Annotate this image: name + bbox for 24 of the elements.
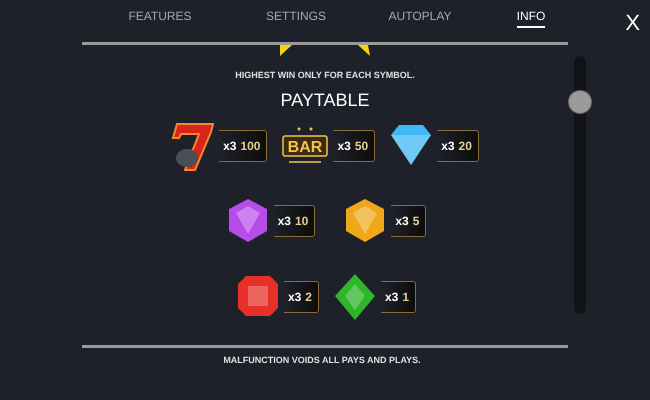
multiplier-text: x3 [223,138,236,154]
payout-value: 10 [294,212,308,230]
close-button[interactable]: X [623,6,642,39]
paytable-note: HIGHEST WIN ONLY FOR EACH SYMBOL. [235,69,415,82]
multiplier-text: x3 [395,212,409,230]
bar-label: BAR [288,138,323,156]
tab[interactable]: INFO [516,7,546,28]
tab[interactable]: FEATURES [128,7,192,28]
tab[interactable]: AUTOPLAY [388,7,452,28]
multiplier-text: x3 [441,138,455,154]
paytable-heading: PAYTABLE [280,88,370,112]
multiplier-text: x3 [384,288,398,306]
payout-value: 5 [412,212,420,230]
scrollbar-thumb[interactable] [568,90,592,114]
disclaimer-text: MALFUNCTION VOIDS ALL PAYS AND PLAYS. [222,354,422,367]
multiplier-text: x3 [278,212,291,230]
payout-value: 2 [305,288,312,306]
payout-value: 20 [458,138,472,154]
tab[interactable]: SETTINGS [266,7,326,28]
multiplier-text: x3 [288,288,302,306]
payout-value: 100 [240,138,260,154]
multiplier-text: x3 [337,138,351,154]
payout-value: 1 [402,288,410,306]
payout-value: 50 [354,138,368,154]
